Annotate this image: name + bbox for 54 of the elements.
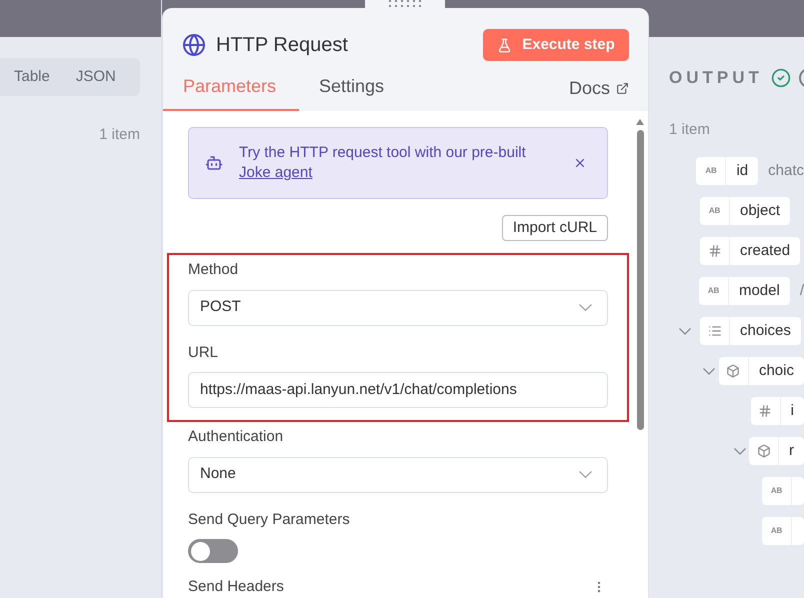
field-name: r	[788, 440, 795, 461]
type-label: AB	[770, 525, 782, 537]
field-name: id	[735, 160, 750, 181]
chevron-icon[interactable]	[734, 448, 746, 454]
globe-icon	[182, 33, 206, 57]
field-name: choic	[758, 360, 795, 381]
item-count: 1 item	[99, 125, 140, 145]
chevron-icon[interactable]	[679, 328, 691, 334]
field-label: Send Query Parameters	[188, 510, 351, 530]
view-tab[interactable]: Table	[14, 66, 50, 88]
chevron-icon	[579, 471, 592, 478]
banner-link[interactable]: Joke agent	[239, 164, 312, 181]
cube-icon	[726, 364, 740, 378]
external-link-icon	[616, 82, 629, 95]
field-name: object	[739, 200, 782, 221]
node-title: HTTP Request	[216, 33, 348, 58]
robot-icon	[205, 154, 223, 172]
list-icon	[708, 324, 722, 338]
tab[interactable]: Settings	[299, 73, 404, 111]
field-label: Authentication	[188, 427, 284, 447]
item-count: 1 item	[669, 120, 711, 140]
field-name: created	[739, 240, 792, 261]
field-label: URL	[188, 342, 220, 362]
type-label: AB	[705, 165, 717, 177]
type-label: AB	[708, 205, 720, 217]
close-icon[interactable]	[573, 156, 587, 170]
field-name: i	[790, 400, 795, 421]
import-curl-button[interactable]: Import cURL	[502, 215, 608, 241]
field-label: Send Headers	[188, 576, 284, 597]
select-field[interactable]: POST	[188, 290, 608, 326]
scroll-up-icon[interactable]	[636, 119, 644, 125]
output-title: OUTPUT	[669, 67, 763, 89]
field-value: chatc	[768, 160, 804, 181]
success-icon	[770, 68, 791, 88]
chevron-icon	[579, 304, 592, 311]
select-field[interactable]: None	[188, 456, 608, 492]
field-name: choices	[739, 320, 792, 341]
flask-icon	[497, 38, 512, 52]
type-label: AB	[770, 485, 782, 497]
hash-icon	[758, 404, 772, 418]
scrollbar-thumb[interactable]	[636, 130, 644, 430]
drag-handle-icon[interactable]	[388, 0, 422, 8]
cube-icon	[756, 444, 770, 458]
field-name: model	[738, 280, 781, 301]
toggle-switch[interactable]	[188, 539, 238, 563]
docs-link[interactable]: Docs	[568, 75, 629, 111]
hash-icon	[708, 244, 722, 258]
field-label: Method	[188, 260, 240, 280]
field-value: /	[800, 280, 804, 301]
banner-text: Try the HTTP request tool with our pre-built	[239, 143, 527, 163]
type-label: AB	[708, 285, 720, 297]
chevron-icon[interactable]	[703, 368, 716, 374]
view-tab[interactable]: JSON	[76, 66, 116, 88]
url-field[interactable]: https://maas-api.lanyun.net/v1/chat/completions	[188, 372, 608, 408]
